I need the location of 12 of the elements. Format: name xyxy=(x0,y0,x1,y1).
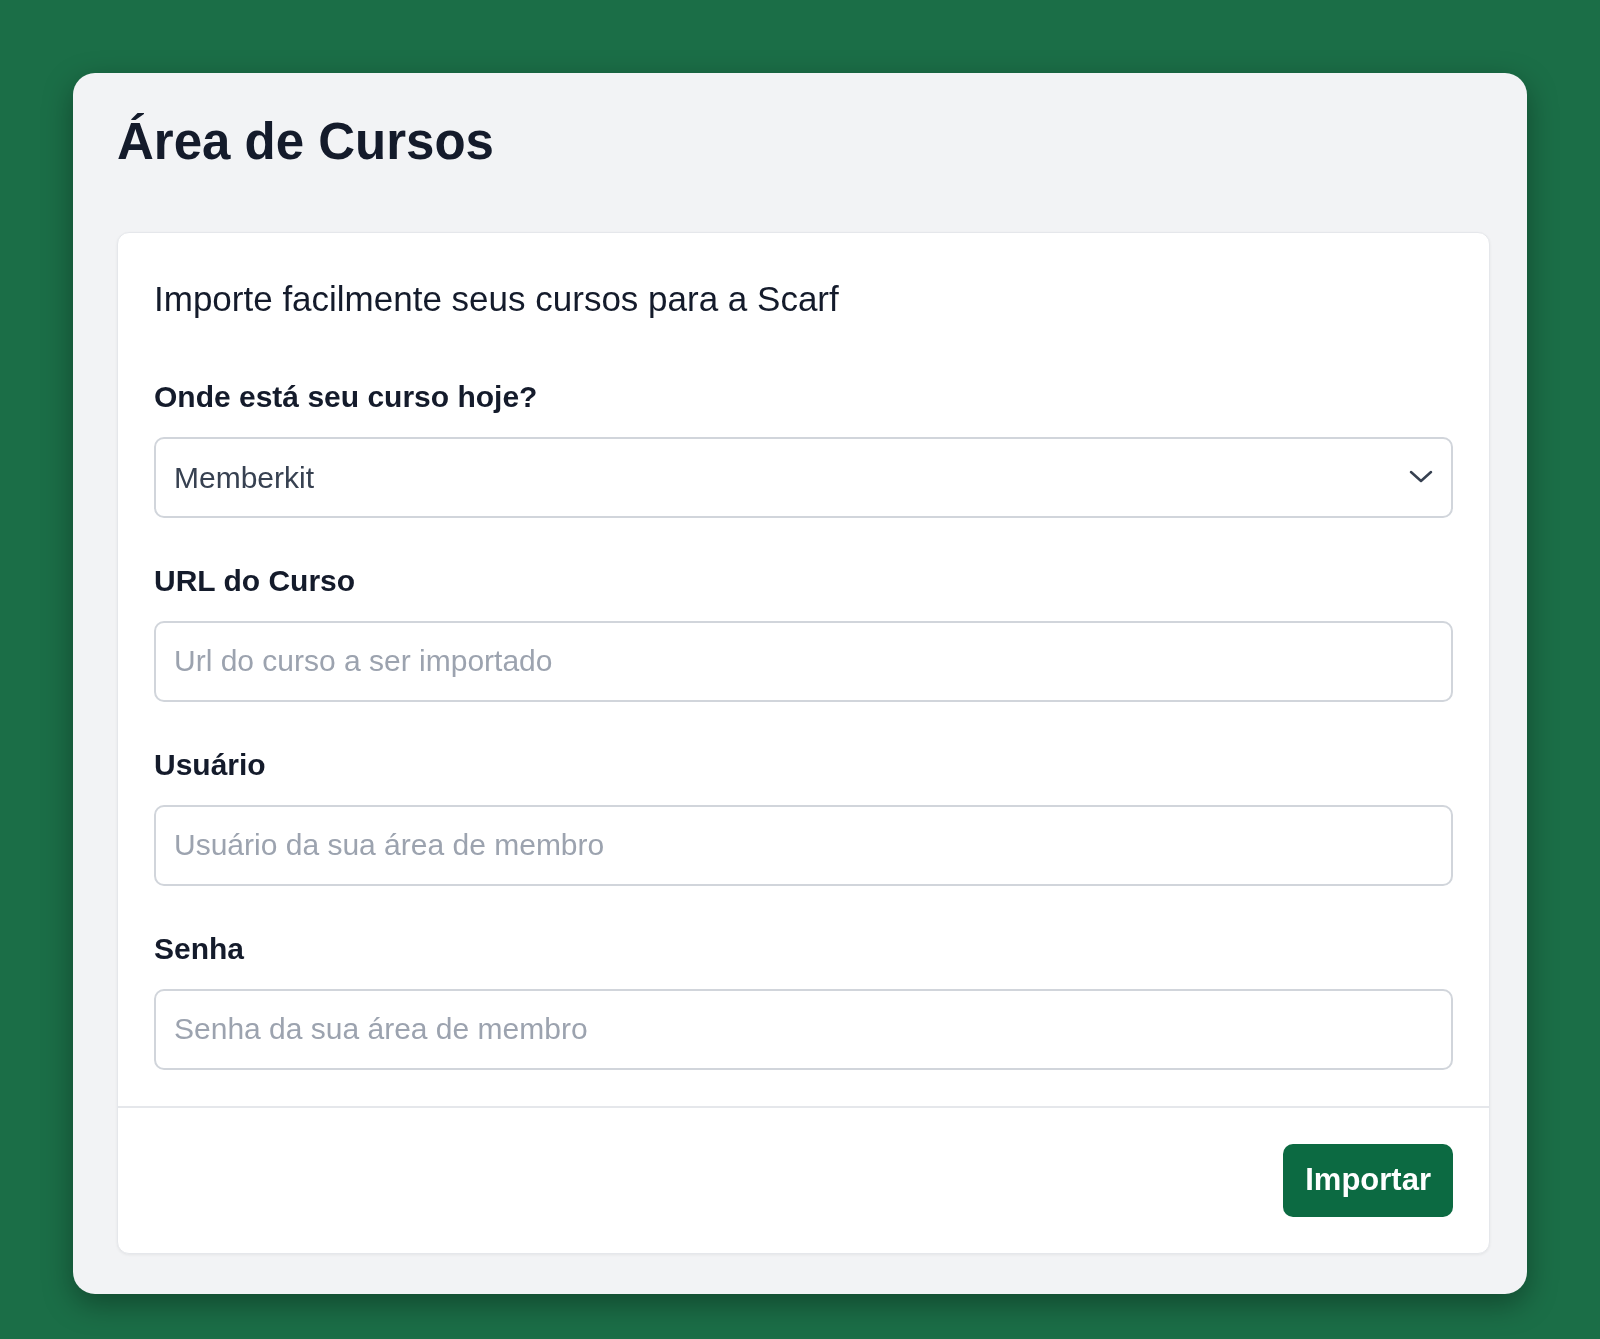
password-field[interactable]: Senha da sua área de membro xyxy=(154,988,1453,1070)
chevron-down-icon xyxy=(1409,470,1433,485)
import-button[interactable]: Importar xyxy=(1283,1143,1453,1217)
intro-text: Importe facilmente seus cursos para a Scarf xyxy=(154,278,840,321)
page-title: Área de Cursos xyxy=(117,112,495,172)
field-label: Usuário xyxy=(154,746,267,783)
platform-dropdown[interactable]: Memberkit xyxy=(154,436,1453,518)
input-field[interactable]: Usuário da sua área de membro xyxy=(154,804,1453,886)
field-label: Senha xyxy=(154,930,246,967)
field-label: Onde está seu curso hoje? xyxy=(154,378,539,415)
input-field[interactable]: Url do curso a ser importado xyxy=(154,620,1453,702)
field-label: URL do Curso xyxy=(154,562,357,599)
